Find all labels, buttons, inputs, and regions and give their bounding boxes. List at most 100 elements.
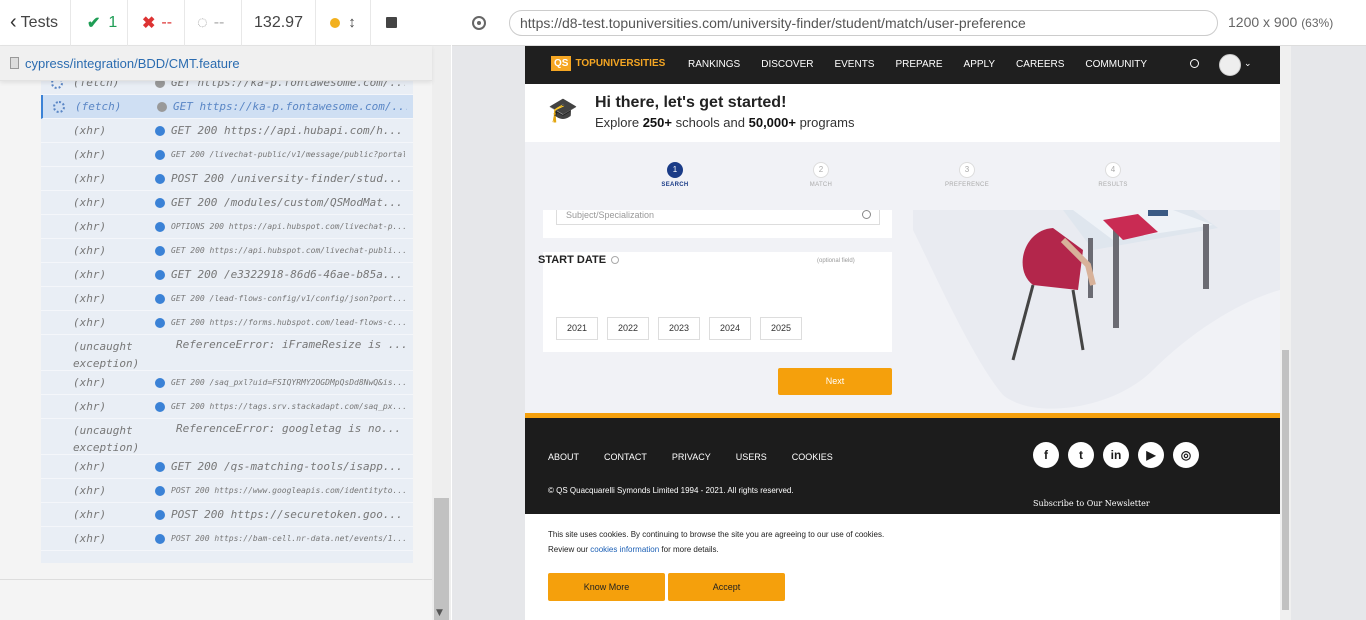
command-log-row[interactable]: (xhr) GET 200 /qs-matching-tools/isapp... xyxy=(41,455,413,479)
command-type: (xhr) xyxy=(73,400,107,413)
selector-playground-icon[interactable] xyxy=(472,16,486,30)
command-message: GET 200 https://api.hubapi.com/h... xyxy=(171,124,403,137)
status-dot-icon xyxy=(155,270,165,280)
command-log-row[interactable]: (xhr) POST 200 https://securetoken.goo... xyxy=(41,503,413,527)
command-type: (xhr) xyxy=(73,532,107,545)
loading-spinner-icon xyxy=(53,101,65,113)
command-message: GET 200 /modules/custom/QSModMat... xyxy=(171,196,403,209)
tests-button[interactable]: ‹ Tests xyxy=(0,0,71,46)
step-number: 1 xyxy=(667,162,683,178)
site-logo[interactable]: QS TOPUNIVERSITIES xyxy=(551,56,665,71)
twitter-icon[interactable]: t xyxy=(1068,442,1094,468)
year-option[interactable]: 2022 xyxy=(607,317,649,340)
nav-item[interactable]: PREPARE xyxy=(895,59,942,70)
site-nav: QS TOPUNIVERSITIES RANKINGS DISCOVER EVENT… xyxy=(525,46,1280,84)
command-message: GET 200 /saq_pxl?uid=FSIQYRMY2OGDMpQsDd8… xyxy=(171,378,405,387)
aut-scrollbar[interactable] xyxy=(1280,46,1291,620)
stop-button[interactable] xyxy=(371,0,411,46)
instagram-icon[interactable]: ◎ xyxy=(1173,442,1199,468)
command-log-row[interactable]: (xhr) GET 200 /saq_pxl?uid=FSIQYRMY2OGDMp… xyxy=(41,371,413,395)
search-content: Subject/Specialization START DATE (optio… xyxy=(525,210,1280,413)
accept-button[interactable]: Accept xyxy=(668,573,785,601)
command-type: (xhr) xyxy=(73,124,107,137)
chevron-down-icon[interactable]: ⌄ xyxy=(1244,58,1252,69)
subject-input[interactable]: Subject/Specialization xyxy=(556,210,880,225)
command-type: (xhr) xyxy=(73,196,107,209)
command-log-row[interactable]: (xhr) OPTIONS 200 https://api.hubspot.com… xyxy=(41,215,413,239)
avatar[interactable] xyxy=(1219,54,1241,76)
nav-item[interactable]: DISCOVER xyxy=(761,59,813,70)
youtube-icon[interactable]: ▶ xyxy=(1138,442,1164,468)
command-log-row[interactable]: (xhr) POST 200 https://www.googleapis.com… xyxy=(41,479,413,503)
next-button[interactable]: Next xyxy=(778,368,892,395)
command-message: GET https://ka-p.fontawesome.com/... xyxy=(173,100,407,113)
command-log-row[interactable]: (xhr) GET 200 /modules/custom/QSModMat... xyxy=(41,191,413,215)
logo-box: QS xyxy=(551,56,572,71)
cypress-runner: ‹ Tests ✔ 1 ✖ -- ◌ -- 132.97 ↕ cypress/i… xyxy=(0,0,1366,620)
status-dot-icon xyxy=(155,462,165,472)
command-log-row[interactable]: (fetch) GET https://ka-p.fontawesome.com/… xyxy=(41,95,413,119)
spec-path[interactable]: cypress/integration/BDD/CMT.feature xyxy=(25,56,240,71)
command-log-row[interactable]: (xhr) GET 200 /e3322918-86d6-46ae-b85a... xyxy=(41,263,413,287)
reporter-scrollbar[interactable]: ▼ xyxy=(432,46,451,620)
status-dot-icon xyxy=(155,510,165,520)
nav-item[interactable]: APPLY xyxy=(964,59,996,70)
know-more-button[interactable]: Know More xyxy=(548,573,665,601)
status-dot-icon xyxy=(155,402,165,412)
info-icon[interactable] xyxy=(611,256,619,264)
year-option[interactable]: 2025 xyxy=(760,317,802,340)
student-illustration xyxy=(913,210,1280,409)
year-option[interactable]: 2023 xyxy=(658,317,700,340)
scrollbar-thumb[interactable] xyxy=(1282,350,1289,610)
year-options: 2021 2022 2023 2024 2025 xyxy=(556,317,811,340)
failed-value: -- xyxy=(161,13,173,31)
divider xyxy=(0,579,432,580)
hello-mid: schools and xyxy=(672,115,749,130)
footer-links: ABOUT CONTACT PRIVACY USERS COOKIES xyxy=(548,452,858,462)
step-number: 3 xyxy=(959,162,975,178)
cookie-banner: This site uses cookies. By continuing to… xyxy=(525,514,1280,620)
year-option[interactable]: 2024 xyxy=(709,317,751,340)
graduation-cap-icon: 🎓 xyxy=(548,96,578,124)
scroll-down-arrow-icon[interactable]: ▼ xyxy=(436,608,443,618)
programs-count: 50,000+ xyxy=(748,115,796,130)
step-results: 4 RESULTS xyxy=(1083,162,1143,188)
command-log: (fetch) GET https://ka-p.fontawesome.com/… xyxy=(41,71,413,563)
command-log-row[interactable]: (xhr) GET 200 /lead-flows-config/v1/confi… xyxy=(41,287,413,311)
running-indicator-icon xyxy=(330,17,341,28)
search-icon[interactable] xyxy=(862,210,871,219)
command-log-row[interactable]: (uncaught exception) ReferenceError: goog… xyxy=(41,419,413,455)
command-log-row[interactable]: (xhr) GET 200 https://api.hubapi.com/h... xyxy=(41,119,413,143)
footer-link[interactable]: ABOUT xyxy=(548,452,579,462)
zoom-level: (63%) xyxy=(1301,16,1334,30)
command-log-row[interactable]: (uncaught exception) ReferenceError: iFra… xyxy=(41,335,413,371)
footer-link[interactable]: CONTACT xyxy=(604,452,647,462)
cookies-information-link[interactable]: cookies information xyxy=(590,545,659,554)
nav-item[interactable]: CAREERS xyxy=(1016,59,1064,70)
command-log-row[interactable]: (xhr) POST 200 /university-finder/stud... xyxy=(41,167,413,191)
hello-banner: 🎓 Hi there, let's get started! Explore 2… xyxy=(525,84,1280,142)
nav-item[interactable]: COMMUNITY xyxy=(1085,59,1147,70)
command-log-row[interactable]: (xhr) GET 200 https://forms.hubspot.com/l… xyxy=(41,311,413,335)
newsletter-link[interactable]: Subscribe to Our Newsletter xyxy=(1033,499,1150,508)
scrollbar-thumb[interactable] xyxy=(434,498,449,620)
copyright: © QS Quacquarelli Symonds Limited 1994 -… xyxy=(548,486,794,495)
command-log-row[interactable]: (xhr) GET 200 /livechat-public/v1/message… xyxy=(41,143,413,167)
command-log-row[interactable]: (xhr) GET 200 https://api.hubspot.com/liv… xyxy=(41,239,413,263)
status-dot-icon xyxy=(155,294,165,304)
command-message: POST 200 /university-finder/stud... xyxy=(171,172,403,185)
command-log-row[interactable]: (xhr) GET 200 https://tags.srv.stackadapt… xyxy=(41,395,413,419)
nav-item[interactable]: RANKINGS xyxy=(688,59,740,70)
footer-link[interactable]: USERS xyxy=(736,452,767,462)
facebook-icon[interactable]: f xyxy=(1033,442,1059,468)
footer-link[interactable]: COOKIES xyxy=(792,452,833,462)
url-field[interactable]: https://d8-test.topuniversities.com/univ… xyxy=(509,10,1218,36)
linkedin-icon[interactable]: in xyxy=(1103,442,1129,468)
auto-scroll-toggle[interactable]: ↕ xyxy=(316,0,371,46)
viewport-info[interactable]: 1200 x 900 (63%) xyxy=(1228,14,1333,30)
footer-link[interactable]: PRIVACY xyxy=(672,452,711,462)
year-option[interactable]: 2021 xyxy=(556,317,598,340)
nav-item[interactable]: EVENTS xyxy=(834,59,874,70)
search-icon[interactable] xyxy=(1190,59,1199,68)
command-log-row[interactable]: (xhr) POST 200 https://bam-cell.nr-data.n… xyxy=(41,527,413,551)
